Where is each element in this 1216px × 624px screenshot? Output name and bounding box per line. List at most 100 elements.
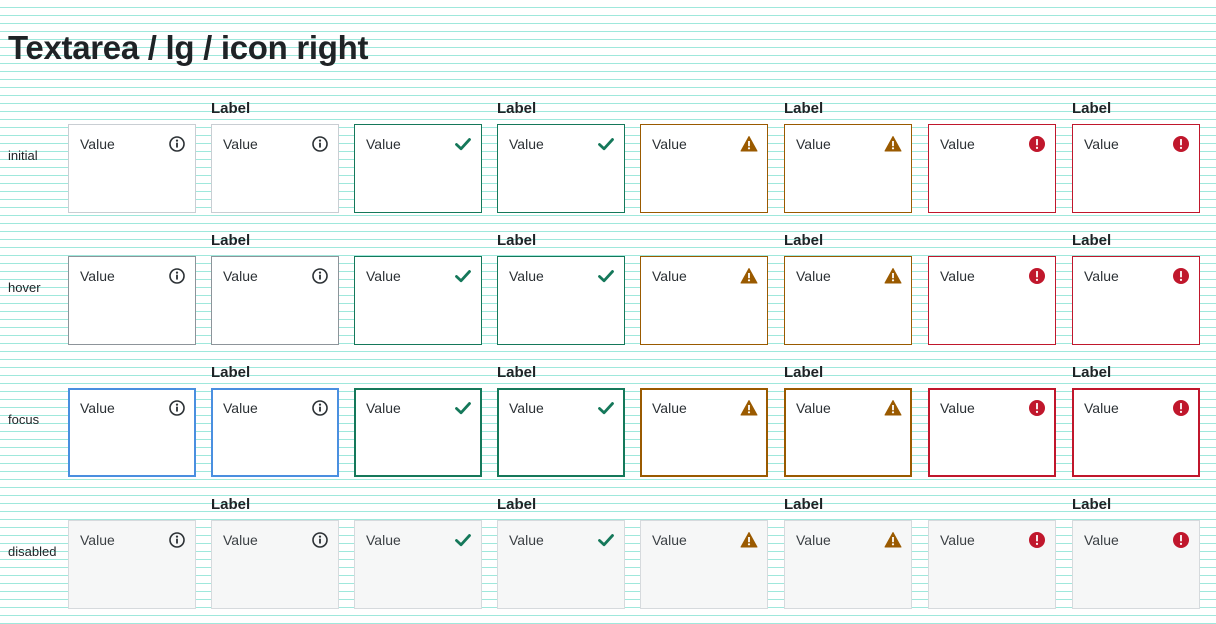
warning-icon: [740, 267, 758, 285]
info-icon: [168, 399, 186, 417]
checkmark-icon: [597, 267, 615, 285]
info-icon: [311, 267, 329, 285]
textarea-value: Value: [80, 400, 115, 416]
textarea-value: Value: [509, 136, 544, 152]
textarea-initial-neutral-labeled[interactable]: Value: [211, 124, 339, 213]
textarea-value: Value: [1084, 400, 1119, 416]
textarea-disabled-warning: Value: [640, 520, 768, 609]
textarea-value: Value: [223, 400, 258, 416]
textarea-value: Value: [1084, 268, 1119, 284]
warning-icon: [884, 267, 902, 285]
error-icon: [1172, 399, 1190, 417]
textarea-value: Value: [652, 136, 687, 152]
textarea-hover-warning-labeled[interactable]: Value: [784, 256, 912, 345]
warning-icon: [884, 135, 902, 153]
state-label-initial: initial: [8, 148, 38, 163]
textarea-value: Value: [652, 400, 687, 416]
checkmark-icon: [454, 135, 472, 153]
error-icon: [1028, 267, 1046, 285]
textarea-initial-warning[interactable]: Value: [640, 124, 768, 213]
field-label: Label: [211, 100, 251, 117]
field-label: Label: [497, 232, 537, 249]
checkmark-icon: [597, 531, 615, 549]
state-label-hover: hover: [8, 280, 41, 295]
checkmark-icon: [597, 135, 615, 153]
textarea-value: Value: [940, 532, 975, 548]
textarea-value: Value: [940, 136, 975, 152]
textarea-value: Value: [1084, 532, 1119, 548]
textarea-value: Value: [509, 400, 544, 416]
field-label: Label: [211, 496, 251, 513]
textarea-value: Value: [509, 268, 544, 284]
textarea-value: Value: [509, 532, 544, 548]
info-icon: [311, 135, 329, 153]
warning-icon: [740, 531, 758, 549]
checkmark-icon: [454, 267, 472, 285]
checkmark-icon: [597, 399, 615, 417]
warning-icon: [740, 399, 758, 417]
textarea-value: Value: [366, 400, 401, 416]
textarea-focus-neutral-labeled[interactable]: Value: [211, 388, 339, 477]
field-label: Label: [784, 100, 824, 117]
textarea-focus-error[interactable]: Value: [928, 388, 1056, 477]
textarea-value: Value: [796, 400, 831, 416]
textarea-hover-success[interactable]: Value: [354, 256, 482, 345]
textarea-initial-error[interactable]: Value: [928, 124, 1056, 213]
info-icon: [311, 531, 329, 549]
textarea-focus-error-labeled[interactable]: Value: [1072, 388, 1200, 477]
textarea-hover-neutral-labeled[interactable]: Value: [211, 256, 339, 345]
textarea-hover-neutral[interactable]: Value: [68, 256, 196, 345]
textarea-initial-success[interactable]: Value: [354, 124, 482, 213]
field-label: Label: [1072, 496, 1112, 513]
info-icon: [311, 399, 329, 417]
error-icon: [1172, 135, 1190, 153]
field-label: Label: [784, 496, 824, 513]
field-label: Label: [497, 496, 537, 513]
textarea-hover-success-labeled[interactable]: Value: [497, 256, 625, 345]
textarea-hover-warning[interactable]: Value: [640, 256, 768, 345]
field-label: Label: [497, 364, 537, 381]
textarea-focus-success-labeled[interactable]: Value: [497, 388, 625, 477]
info-icon: [168, 531, 186, 549]
textarea-initial-error-labeled[interactable]: Value: [1072, 124, 1200, 213]
field-label: Label: [211, 232, 251, 249]
warning-icon: [884, 531, 902, 549]
field-label: Label: [211, 364, 251, 381]
warning-icon: [740, 135, 758, 153]
error-icon: [1172, 531, 1190, 549]
textarea-value: Value: [796, 532, 831, 548]
textarea-initial-warning-labeled[interactable]: Value: [784, 124, 912, 213]
textarea-value: Value: [796, 268, 831, 284]
textarea-hover-error-labeled[interactable]: Value: [1072, 256, 1200, 345]
textarea-disabled-neutral: Value: [68, 520, 196, 609]
textarea-focus-neutral[interactable]: Value: [68, 388, 196, 477]
textarea-initial-neutral[interactable]: Value: [68, 124, 196, 213]
textarea-value: Value: [223, 268, 258, 284]
textarea-value: Value: [366, 268, 401, 284]
field-label: Label: [784, 232, 824, 249]
textarea-value: Value: [223, 532, 258, 548]
field-label: Label: [1072, 232, 1112, 249]
error-icon: [1028, 399, 1046, 417]
textarea-initial-success-labeled[interactable]: Value: [497, 124, 625, 213]
info-icon: [168, 135, 186, 153]
textarea-value: Value: [366, 532, 401, 548]
textarea-value: Value: [652, 268, 687, 284]
textarea-hover-error[interactable]: Value: [928, 256, 1056, 345]
textarea-focus-warning-labeled[interactable]: Value: [784, 388, 912, 477]
info-icon: [168, 267, 186, 285]
textarea-value: Value: [80, 136, 115, 152]
textarea-value: Value: [940, 268, 975, 284]
error-icon: [1028, 531, 1046, 549]
textarea-value: Value: [652, 532, 687, 548]
state-label-disabled: disabled: [8, 544, 57, 559]
textarea-disabled-neutral-labeled: Value: [211, 520, 339, 609]
textarea-value: Value: [1084, 136, 1119, 152]
textarea-value: Value: [80, 268, 115, 284]
textarea-focus-warning[interactable]: Value: [640, 388, 768, 477]
page-title: Textarea / lg / icon right: [8, 29, 369, 66]
textarea-focus-success[interactable]: Value: [354, 388, 482, 477]
textarea-disabled-error-labeled: Value: [1072, 520, 1200, 609]
field-label: Label: [784, 364, 824, 381]
error-icon: [1028, 135, 1046, 153]
